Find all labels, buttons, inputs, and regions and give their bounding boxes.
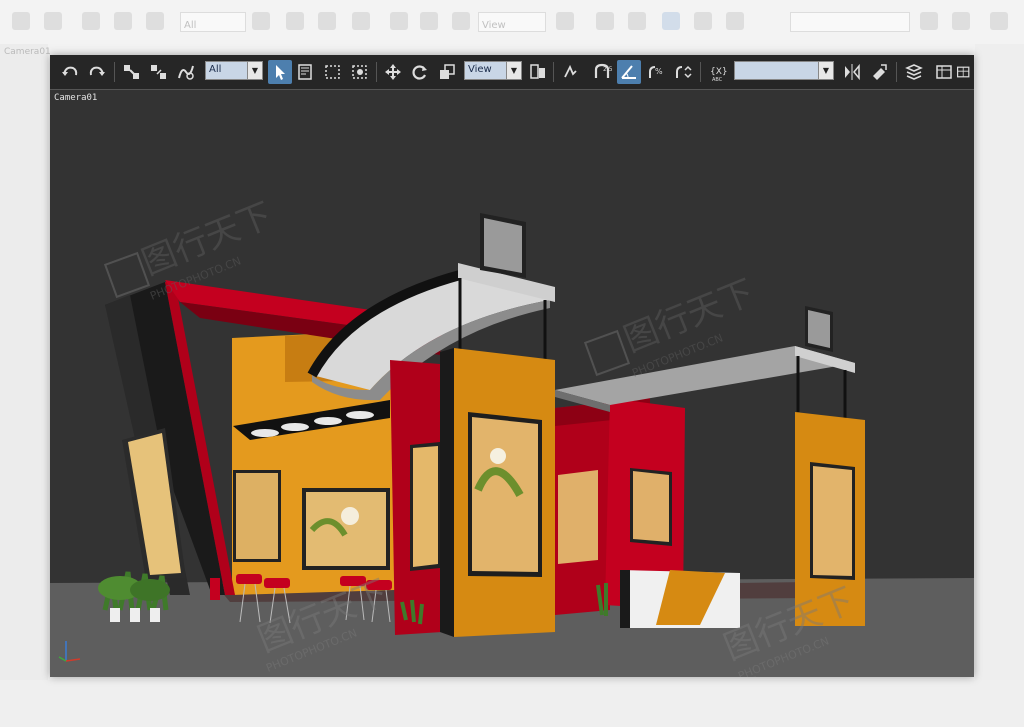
window-crossing-icon[interactable] bbox=[348, 60, 372, 84]
reception-desk-side bbox=[620, 570, 630, 628]
right-tower-poster bbox=[813, 466, 852, 576]
named-selection-sets-dropdown[interactable]: ▼ bbox=[734, 61, 834, 80]
select-and-link-icon[interactable] bbox=[120, 60, 144, 84]
poster-lamp bbox=[341, 507, 359, 525]
background-bind-icon bbox=[146, 12, 164, 30]
toolbar-separator bbox=[553, 62, 554, 82]
viewport-label[interactable]: Camera01 bbox=[54, 93, 97, 103]
background-spinner-snap-icon bbox=[726, 12, 744, 30]
percent-snap-toggle-icon[interactable]: % bbox=[644, 60, 668, 84]
spinner-snap-toggle-icon[interactable] bbox=[671, 60, 695, 84]
rectangular-selection-region-icon[interactable] bbox=[321, 60, 345, 84]
background-region-icon bbox=[318, 12, 336, 30]
toolbar-separator bbox=[896, 62, 897, 82]
background-rotate-icon bbox=[420, 12, 438, 30]
background-select-icon bbox=[252, 12, 270, 30]
undo-icon[interactable] bbox=[58, 60, 82, 84]
unlink-selection-icon[interactable] bbox=[147, 60, 171, 84]
poster-lamp bbox=[490, 448, 506, 464]
schematic-view-icon[interactable] bbox=[956, 60, 972, 84]
ceiling-light bbox=[281, 423, 309, 431]
edit-named-selection-sets-icon[interactable]: {X} ABC bbox=[706, 60, 730, 84]
axis-tripod-icon bbox=[58, 641, 81, 662]
svg-text:ABC: ABC bbox=[712, 77, 723, 82]
align-icon[interactable] bbox=[867, 60, 891, 84]
background-select-by-name-icon bbox=[286, 12, 304, 30]
background-toolbar: All View bbox=[0, 0, 1024, 44]
background-mirror-icon bbox=[920, 12, 938, 30]
max-window: All ▼ View ▼ 2.5 % {X} ABC ▼ 图行天下 PHOTOP… bbox=[50, 55, 974, 677]
redo-icon[interactable] bbox=[85, 60, 109, 84]
background-left-panel bbox=[0, 44, 48, 684]
background-named-selection bbox=[790, 12, 910, 32]
top-sign-face bbox=[484, 218, 522, 273]
right-poster bbox=[633, 471, 669, 542]
bind-to-space-warp-icon[interactable] bbox=[174, 60, 198, 84]
svg-text:{X}: {X} bbox=[710, 67, 728, 77]
background-window-icon bbox=[352, 12, 370, 30]
select-and-rotate-icon[interactable] bbox=[408, 60, 432, 84]
background-manipulate-icon bbox=[596, 12, 614, 30]
background-selection-filter: All bbox=[180, 12, 246, 32]
background-unlink-icon bbox=[114, 12, 132, 30]
center-tower-side bbox=[440, 348, 454, 637]
main-toolbar: All ▼ View ▼ 2.5 % {X} ABC ▼ bbox=[50, 55, 974, 90]
background-right-panel bbox=[975, 44, 1024, 684]
ceiling-light bbox=[314, 417, 342, 425]
select-and-manipulate-icon[interactable] bbox=[558, 60, 582, 84]
right-inner-poster bbox=[558, 470, 598, 564]
background-viewport-label: Camera01 bbox=[4, 47, 51, 57]
toolbar-separator bbox=[376, 62, 377, 82]
ceiling-light bbox=[251, 429, 279, 437]
background-move-icon bbox=[390, 12, 408, 30]
camera-viewport[interactable]: 图行天下 PHOTOPHOTO.CN 图行天下 PHOTOPHOTO.CN 图行… bbox=[50, 90, 974, 677]
angle-snap-toggle-icon[interactable] bbox=[617, 60, 641, 84]
right-top-sign-face bbox=[808, 310, 830, 348]
exhibition-booth-render: 图行天下 PHOTOPHOTO.CN 图行天下 PHOTOPHOTO.CN 图行… bbox=[50, 195, 974, 677]
inner-poster-1 bbox=[236, 473, 278, 559]
use-pivot-point-center-icon[interactable] bbox=[526, 60, 550, 84]
svg-text:%: % bbox=[655, 67, 663, 76]
select-object-icon[interactable] bbox=[268, 60, 292, 84]
curve-editor-icon[interactable] bbox=[932, 60, 956, 84]
background-angle-snap-icon bbox=[662, 12, 680, 30]
background-scale-icon bbox=[452, 12, 470, 30]
background-layers-icon bbox=[990, 12, 1008, 30]
svg-text:2.5: 2.5 bbox=[603, 66, 612, 73]
toolbar-separator bbox=[700, 62, 701, 82]
background-align-icon bbox=[952, 12, 970, 30]
inner-poster-2 bbox=[306, 492, 386, 566]
toolbar-separator bbox=[114, 62, 115, 82]
select-and-scale-icon[interactable] bbox=[435, 60, 459, 84]
background-coord-system: View bbox=[478, 12, 546, 32]
center-poster bbox=[413, 446, 438, 567]
snaps-toggle-icon[interactable]: 2.5 bbox=[590, 60, 614, 84]
background-pivot-icon bbox=[556, 12, 574, 30]
layer-manager-icon[interactable] bbox=[902, 60, 926, 84]
mirror-icon[interactable] bbox=[840, 60, 864, 84]
ceiling-light bbox=[346, 411, 374, 419]
background-status-area bbox=[0, 680, 1024, 727]
chevron-down-icon: ▼ bbox=[247, 62, 262, 79]
tower-poster bbox=[472, 417, 538, 572]
selection-filter-dropdown[interactable]: All ▼ bbox=[205, 61, 263, 80]
background-undo-icon bbox=[12, 12, 30, 30]
chevron-down-icon: ▼ bbox=[506, 62, 521, 79]
select-and-move-icon[interactable] bbox=[381, 60, 405, 84]
select-by-name-icon[interactable] bbox=[294, 60, 318, 84]
background-snap-icon bbox=[628, 12, 646, 30]
reference-coordinate-system-dropdown[interactable]: View ▼ bbox=[464, 61, 522, 80]
background-percent-snap-icon bbox=[694, 12, 712, 30]
chevron-down-icon: ▼ bbox=[818, 62, 833, 79]
background-link-icon bbox=[82, 12, 100, 30]
background-redo-icon bbox=[44, 12, 62, 30]
